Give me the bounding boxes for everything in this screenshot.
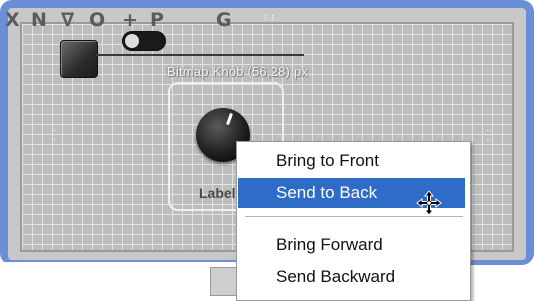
widget-caption: Bitmap Knob (56,28) px <box>167 64 308 79</box>
resize-grip-top-icon[interactable] <box>265 15 273 20</box>
menu-item-label: Bring Forward <box>276 235 383 254</box>
resize-grip-right-icon[interactable] <box>487 130 490 140</box>
slider-track-widget[interactable] <box>96 54 304 56</box>
menu-separator <box>245 216 463 217</box>
menu-item-send-backward[interactable]: Send Backward <box>238 262 465 292</box>
resize-grip-left-icon[interactable] <box>52 130 55 140</box>
menu-item-label: Send Backward <box>276 267 396 286</box>
tool-o-button[interactable]: O <box>89 10 105 30</box>
tool-g-button[interactable]: G <box>216 10 232 30</box>
tool-p-button[interactable]: P <box>150 10 164 30</box>
toggle-knob <box>125 34 139 48</box>
menu-item-label: Bring to Front <box>276 151 379 170</box>
menu-item-bring-forward[interactable]: Bring Forward <box>238 230 465 260</box>
move-cursor-icon <box>416 190 442 216</box>
menu-item-label: Send to Back <box>276 183 378 202</box>
menu-item-bring-to-front[interactable]: Bring to Front <box>238 146 465 176</box>
tool-n-button[interactable]: N <box>31 10 47 30</box>
bottom-toolbar <box>0 262 240 299</box>
context-menu: Bring to Front Send to Back Bring Forwar… <box>236 141 471 301</box>
toggle-switch-widget[interactable] <box>122 31 166 51</box>
knob-label: Label <box>199 185 236 201</box>
tool-triangle-button[interactable]: ∇ <box>61 10 74 30</box>
square-button-widget[interactable] <box>60 40 98 78</box>
tool-plus-button[interactable]: + <box>122 10 138 30</box>
tool-x-button[interactable]: X <box>5 10 20 30</box>
